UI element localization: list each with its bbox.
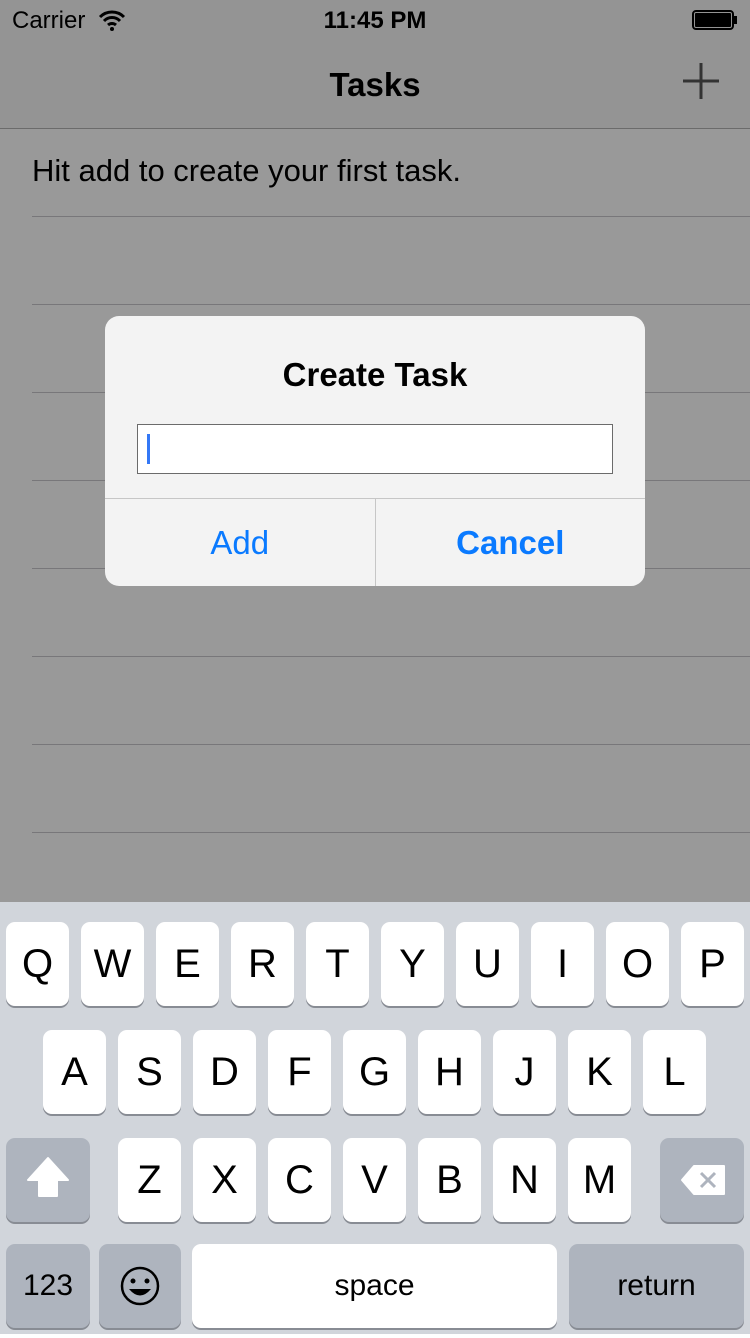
key-m[interactable]: M [568, 1138, 631, 1222]
key-y[interactable]: Y [381, 922, 444, 1006]
cancel-button[interactable]: Cancel [376, 499, 646, 586]
key-t[interactable]: T [306, 922, 369, 1006]
create-task-alert: Create Task Add Cancel [105, 316, 645, 586]
key-z[interactable]: Z [118, 1138, 181, 1222]
key-s[interactable]: S [118, 1030, 181, 1114]
return-key[interactable]: return [569, 1244, 744, 1328]
task-name-input[interactable] [137, 424, 613, 474]
key-n[interactable]: N [493, 1138, 556, 1222]
delete-key[interactable] [660, 1138, 744, 1222]
key-a[interactable]: A [43, 1030, 106, 1114]
emoji-key[interactable] [99, 1244, 181, 1328]
key-i[interactable]: I [531, 922, 594, 1006]
numbers-key[interactable]: 123 [6, 1244, 90, 1328]
alert-button-row: Add Cancel [105, 498, 645, 586]
key-q[interactable]: Q [6, 922, 69, 1006]
key-g[interactable]: G [343, 1030, 406, 1114]
key-h[interactable]: H [418, 1030, 481, 1114]
key-u[interactable]: U [456, 922, 519, 1006]
key-e[interactable]: E [156, 922, 219, 1006]
text-caret [147, 434, 150, 464]
key-d[interactable]: D [193, 1030, 256, 1114]
key-x[interactable]: X [193, 1138, 256, 1222]
backspace-icon [681, 1165, 725, 1195]
key-b[interactable]: B [418, 1138, 481, 1222]
key-f[interactable]: F [268, 1030, 331, 1114]
key-j[interactable]: J [493, 1030, 556, 1114]
space-key[interactable]: space [192, 1244, 557, 1328]
key-o[interactable]: O [606, 922, 669, 1006]
shift-arrow-icon [27, 1157, 69, 1197]
key-w[interactable]: W [81, 922, 144, 1006]
key-k[interactable]: K [568, 1030, 631, 1114]
key-p[interactable]: P [681, 922, 744, 1006]
shift-key[interactable] [6, 1138, 90, 1222]
key-l[interactable]: L [643, 1030, 706, 1114]
key-c[interactable]: C [268, 1138, 331, 1222]
keyboard: 123 space return QWERTYUIOP ASDFGHJKL ZXCV… [0, 902, 750, 1334]
add-button[interactable]: Add [105, 499, 375, 586]
emoji-smiley-icon [120, 1266, 160, 1306]
alert-title: Create Task [282, 356, 468, 393]
key-v[interactable]: V [343, 1138, 406, 1222]
key-r[interactable]: R [231, 922, 294, 1006]
